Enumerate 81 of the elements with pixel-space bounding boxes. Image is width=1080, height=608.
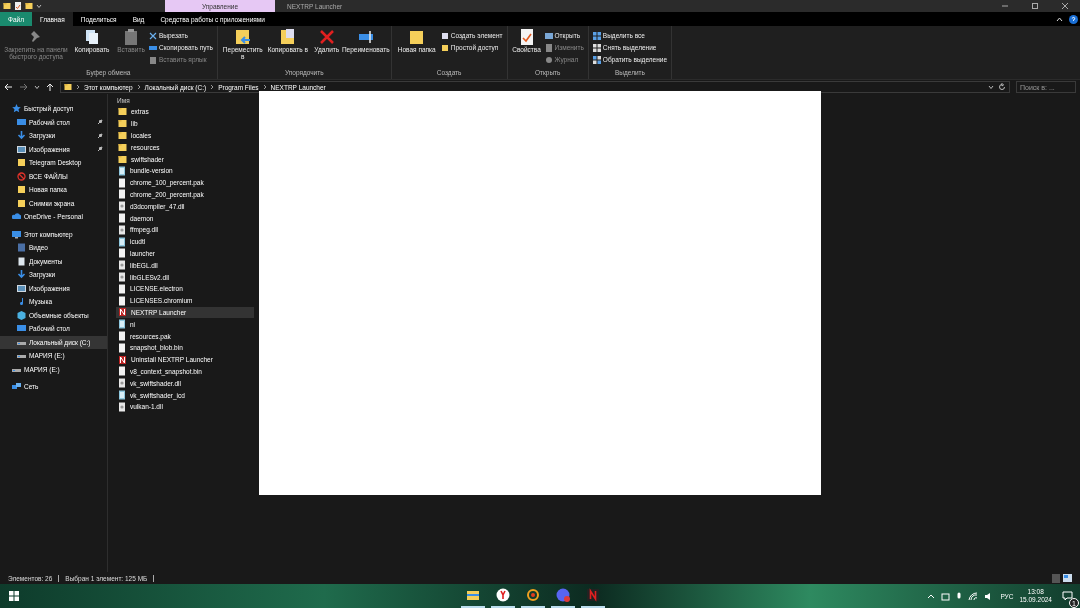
gear-file-icon bbox=[118, 201, 126, 212]
settings-file-icon bbox=[118, 319, 126, 330]
pin-icon bbox=[97, 119, 103, 126]
folder-icon bbox=[25, 2, 33, 10]
checklist-icon bbox=[14, 2, 22, 10]
refresh-icon bbox=[998, 83, 1006, 91]
forward-arrow-icon bbox=[19, 83, 28, 91]
folder-icon bbox=[118, 142, 127, 152]
up-arrow-icon bbox=[46, 82, 54, 92]
network-icon bbox=[12, 382, 21, 392]
chevron-icon bbox=[210, 84, 215, 90]
cube-icon bbox=[17, 310, 26, 320]
folder-icon bbox=[118, 154, 127, 164]
grid-icon bbox=[592, 31, 601, 40]
collapse-icon bbox=[1055, 15, 1063, 23]
cloud-icon bbox=[12, 212, 21, 222]
message-icon bbox=[1061, 591, 1073, 601]
settings-file-icon bbox=[118, 165, 126, 176]
grid-icon bbox=[592, 55, 601, 64]
minimize-icon bbox=[1001, 2, 1009, 10]
folder-icon bbox=[17, 158, 26, 168]
chat-bubble-icon bbox=[555, 588, 570, 602]
folder-icon bbox=[3, 2, 11, 10]
gear-file-icon bbox=[118, 401, 126, 412]
chevron-icon bbox=[136, 84, 141, 90]
settings-file-icon bbox=[118, 236, 126, 247]
download-arrow-icon bbox=[17, 131, 26, 141]
chevron-icon bbox=[76, 84, 80, 90]
dropdown-icon bbox=[988, 84, 994, 90]
folder-icon bbox=[118, 119, 127, 129]
desktop-icon bbox=[17, 324, 26, 334]
music-note-icon bbox=[17, 297, 26, 307]
download-arrow-icon bbox=[17, 270, 26, 280]
folder-icon bbox=[118, 131, 127, 140]
dropdown-icon bbox=[36, 3, 42, 9]
close-icon bbox=[1061, 2, 1069, 10]
rename-icon bbox=[356, 28, 375, 46]
grid-icon bbox=[592, 43, 601, 52]
new-item-icon bbox=[440, 31, 449, 40]
tiles-view-icon bbox=[1063, 573, 1072, 582]
folder-icon bbox=[407, 28, 426, 46]
prohibited-icon bbox=[17, 171, 26, 181]
n-logo-icon bbox=[118, 307, 127, 318]
file-icon bbox=[118, 248, 126, 259]
folder-icon bbox=[118, 107, 127, 117]
windows-logo-icon bbox=[9, 591, 19, 601]
y-logo-icon bbox=[495, 588, 510, 602]
n-logo-icon bbox=[585, 588, 600, 602]
microphone-icon bbox=[956, 591, 963, 601]
document-icon bbox=[17, 256, 26, 266]
help-icon bbox=[1068, 14, 1078, 24]
gear-file-icon bbox=[118, 224, 126, 235]
dropdown-icon bbox=[34, 84, 40, 90]
picture-icon bbox=[17, 283, 26, 293]
chevron-icon bbox=[262, 84, 267, 90]
picture-icon bbox=[17, 144, 26, 154]
details-view-icon bbox=[1052, 573, 1060, 583]
ring-icon bbox=[525, 588, 540, 602]
video-icon bbox=[17, 243, 26, 253]
file-icon bbox=[118, 213, 126, 224]
wifi-icon bbox=[968, 591, 979, 601]
n-logo-icon bbox=[118, 354, 127, 365]
gear-file-icon bbox=[118, 378, 126, 389]
folder-icon bbox=[64, 83, 72, 91]
cross-icon bbox=[317, 28, 336, 46]
star-icon bbox=[12, 104, 21, 114]
settings-file-icon bbox=[118, 390, 126, 400]
folder-icon bbox=[465, 588, 480, 602]
file-icon bbox=[118, 366, 126, 377]
scissors-icon bbox=[149, 31, 157, 40]
folder-icon bbox=[440, 43, 449, 52]
back-arrow-icon bbox=[4, 83, 13, 91]
folder-copy-icon bbox=[278, 28, 297, 46]
copy-icon bbox=[83, 28, 101, 46]
pin-icon bbox=[97, 132, 103, 139]
clipboard-icon bbox=[122, 28, 140, 46]
monitor-icon bbox=[12, 229, 21, 239]
desktop-icon bbox=[17, 117, 26, 127]
chevron-up-icon bbox=[927, 593, 936, 599]
pin-icon bbox=[97, 146, 103, 153]
restore-icon bbox=[1031, 2, 1039, 10]
